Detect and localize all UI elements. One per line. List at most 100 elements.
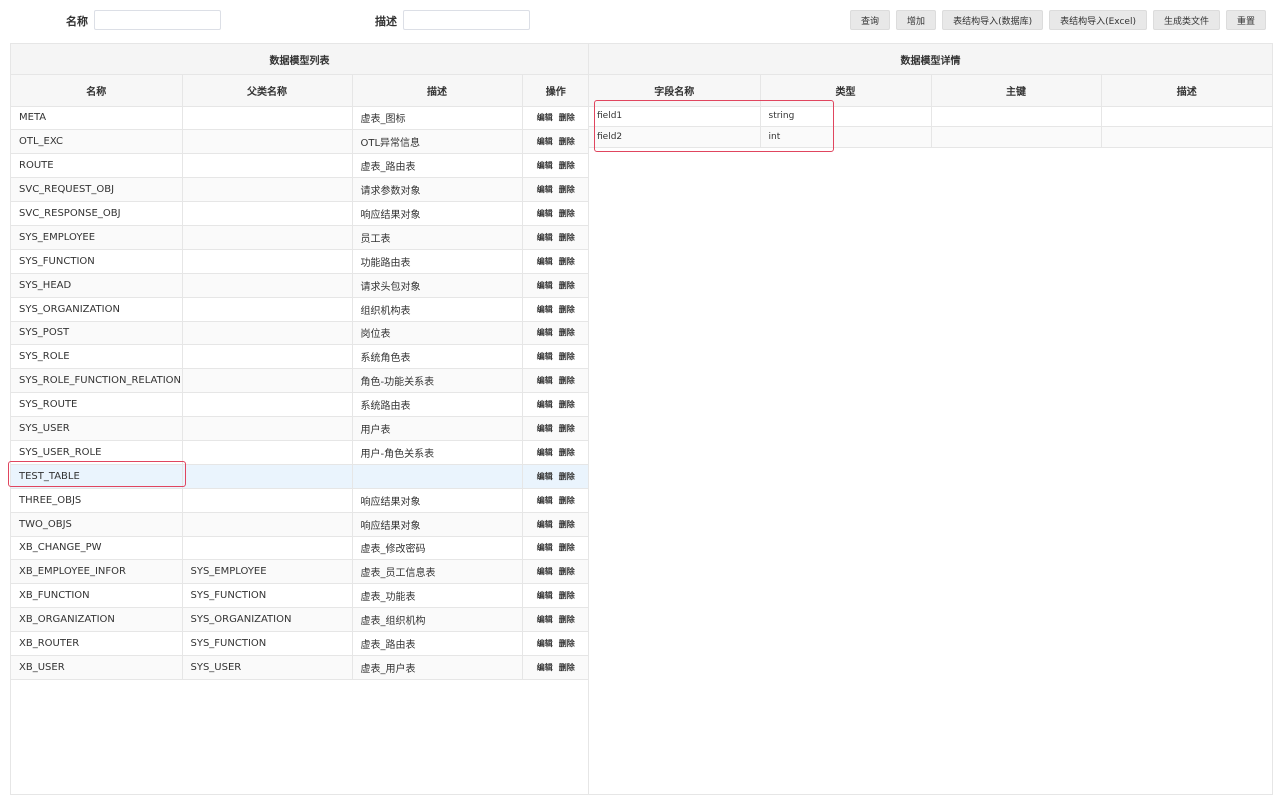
table-row[interactable]: SYS_USER 用户表 编辑 删除 <box>11 416 589 441</box>
edit-link[interactable]: 编辑 <box>537 496 553 505</box>
cell-desc: 虚表_组织机构 <box>352 607 523 633</box>
edit-link[interactable]: 编辑 <box>537 567 553 576</box>
edit-link[interactable]: 编辑 <box>537 209 553 218</box>
table-row[interactable]: SYS_EMPLOYEE 员工表 编辑 删除 <box>11 225 589 250</box>
delete-link[interactable]: 删除 <box>559 257 575 266</box>
generate-class-button[interactable]: 生成类文件 <box>1152 10 1220 30</box>
edit-link[interactable]: 编辑 <box>537 328 553 337</box>
delete-link[interactable]: 删除 <box>559 185 575 194</box>
table-row[interactable]: SVC_RESPONSE_OBJ 响应结果对象 编辑 删除 <box>11 201 589 226</box>
edit-link[interactable]: 编辑 <box>537 520 553 529</box>
table-row[interactable]: OTL_EXC OTL异常信息 编辑 删除 <box>11 129 589 155</box>
delete-link[interactable]: 删除 <box>559 113 575 122</box>
delete-link[interactable]: 删除 <box>559 496 575 505</box>
delete-link[interactable]: 删除 <box>559 281 575 290</box>
edit-link[interactable]: 编辑 <box>537 233 553 242</box>
cell-ops: 编辑 删除 <box>522 416 589 441</box>
add-button[interactable]: 增加 <box>896 10 937 30</box>
table-row[interactable]: field2 int <box>589 126 1272 148</box>
cell-ops: 编辑 删除 <box>522 655 589 680</box>
table-row[interactable]: SYS_ROUTE 系统路由表 编辑 删除 <box>11 392 589 418</box>
edit-link[interactable]: 编辑 <box>537 472 553 481</box>
cell-ops: 编辑 删除 <box>522 392 589 418</box>
table-row[interactable]: SYS_ORGANIZATION 组织机构表 编辑 删除 <box>11 297 589 322</box>
table-row[interactable]: XB_ORGANIZATION SYS_ORGANIZATION 虚表_组织机构 编辑… <box>11 607 589 633</box>
edit-link[interactable]: 编辑 <box>537 639 553 648</box>
model-detail-table: 字段名称 类型 主键 描述 field1 string field2 int <box>589 75 1272 148</box>
edit-link[interactable]: 编辑 <box>537 113 553 122</box>
table-row[interactable]: SYS_USER_ROLE 用户-角色关系表 编辑 删除 <box>11 440 589 465</box>
delete-link[interactable]: 删除 <box>559 639 575 648</box>
table-row[interactable]: field1 string <box>589 106 1272 127</box>
name-search-input[interactable] <box>94 10 221 30</box>
cell-ops: 编辑 删除 <box>522 129 589 155</box>
table-row[interactable]: SYS_ROLE_FUNCTION_RELATION 角色-功能关系表 编辑 删除 <box>11 368 589 394</box>
edit-link[interactable]: 编辑 <box>537 281 553 290</box>
edit-link[interactable]: 编辑 <box>537 376 553 385</box>
edit-link[interactable]: 编辑 <box>537 161 553 170</box>
table-row[interactable]: SVC_REQUEST_OBJ 请求参数对象 编辑 删除 <box>11 177 589 203</box>
col-header-pk: 主键 <box>931 75 1102 107</box>
edit-link[interactable]: 编辑 <box>537 615 553 624</box>
delete-link[interactable]: 删除 <box>559 305 575 314</box>
edit-link[interactable]: 编辑 <box>537 352 553 361</box>
edit-link[interactable]: 编辑 <box>537 257 553 266</box>
delete-link[interactable]: 删除 <box>559 424 575 433</box>
delete-link[interactable]: 删除 <box>559 472 575 481</box>
delete-link[interactable]: 删除 <box>559 209 575 218</box>
table-row[interactable]: XB_ROUTER SYS_FUNCTION 虚表_路由表 编辑 删除 <box>11 631 589 656</box>
col-header-ops: 操作 <box>522 75 589 107</box>
cell-name: XB_ROUTER <box>11 631 183 656</box>
delete-link[interactable]: 删除 <box>559 233 575 242</box>
edit-link[interactable]: 编辑 <box>537 543 553 552</box>
cell-ops: 编辑 删除 <box>522 344 589 370</box>
table-row[interactable]: SYS_ROLE 系统角色表 编辑 删除 <box>11 344 589 370</box>
delete-link[interactable]: 删除 <box>559 520 575 529</box>
delete-link[interactable]: 删除 <box>559 591 575 600</box>
edit-link[interactable]: 编辑 <box>537 305 553 314</box>
delete-link[interactable]: 删除 <box>559 161 575 170</box>
cell-parent: SYS_FUNCTION <box>182 631 353 656</box>
delete-link[interactable]: 删除 <box>559 448 575 457</box>
cell-name: XB_USER <box>11 655 183 680</box>
edit-link[interactable]: 编辑 <box>537 400 553 409</box>
delete-link[interactable]: 删除 <box>559 137 575 146</box>
table-row[interactable]: META 虚表_图标 编辑 删除 <box>11 106 589 131</box>
table-row[interactable]: SYS_HEAD 请求头包对象 编辑 删除 <box>11 273 589 298</box>
edit-link[interactable]: 编辑 <box>537 448 553 457</box>
query-button[interactable]: 查询 <box>850 10 891 30</box>
table-row[interactable]: ROUTE 虚表_路由表 编辑 删除 <box>11 153 589 179</box>
desc-search-input[interactable] <box>403 10 530 30</box>
table-row[interactable]: XB_EMPLOYEE_INFOR SYS_EMPLOYEE 虚表_员工信息表 编辑删… <box>11 559 589 585</box>
delete-link[interactable]: 删除 <box>559 567 575 576</box>
edit-link[interactable]: 编辑 <box>537 663 553 672</box>
import-db-button[interactable]: 表结构导入(数据库) <box>942 10 1044 30</box>
delete-link[interactable]: 删除 <box>559 615 575 624</box>
cell-desc: 员工表 <box>352 225 523 250</box>
table-row[interactable]: SYS_POST 岗位表 编辑 删除 <box>11 321 589 346</box>
cell-ops: 编辑 删除 <box>522 440 589 465</box>
delete-link[interactable]: 删除 <box>559 352 575 361</box>
table-row[interactable]: THREE_OBJS 响应结果对象 编辑 删除 <box>11 488 589 513</box>
table-row[interactable]: TEST_TABLE 编辑 删除 <box>11 464 589 489</box>
cell-parent <box>182 249 353 274</box>
cell-parent <box>182 153 353 179</box>
edit-link[interactable]: 编辑 <box>537 591 553 600</box>
cell-ops: 编辑 删除 <box>522 607 589 633</box>
reset-button[interactable]: 重置 <box>1225 10 1266 30</box>
table-row[interactable]: XB_FUNCTION SYS_FUNCTION 虚表_功能表 编辑 删除 <box>11 583 589 609</box>
table-row[interactable]: XB_USER SYS_USER 虚表_用户表 编辑 删除 <box>11 655 589 680</box>
table-row[interactable]: TWO_OBJS 响应结果对象 编辑 删除 <box>11 512 589 537</box>
edit-link[interactable]: 编辑 <box>537 185 553 194</box>
table-row[interactable]: XB_CHANGE_PW 虚表_修改密码 编辑 删除 <box>11 536 589 561</box>
delete-link[interactable]: 删除 <box>559 328 575 337</box>
edit-link[interactable]: 编辑 <box>537 137 553 146</box>
import-excel-button[interactable]: 表结构导入(Excel) <box>1049 10 1147 30</box>
edit-link[interactable]: 编辑 <box>537 424 553 433</box>
delete-link[interactable]: 删除 <box>559 543 575 552</box>
delete-link[interactable]: 删除 <box>559 400 575 409</box>
delete-link[interactable]: 删除 <box>559 663 575 672</box>
table-row[interactable]: SYS_FUNCTION 功能路由表 编辑 删除 <box>11 249 589 274</box>
delete-link[interactable]: 删除 <box>559 376 575 385</box>
cell-type: int <box>760 126 932 148</box>
